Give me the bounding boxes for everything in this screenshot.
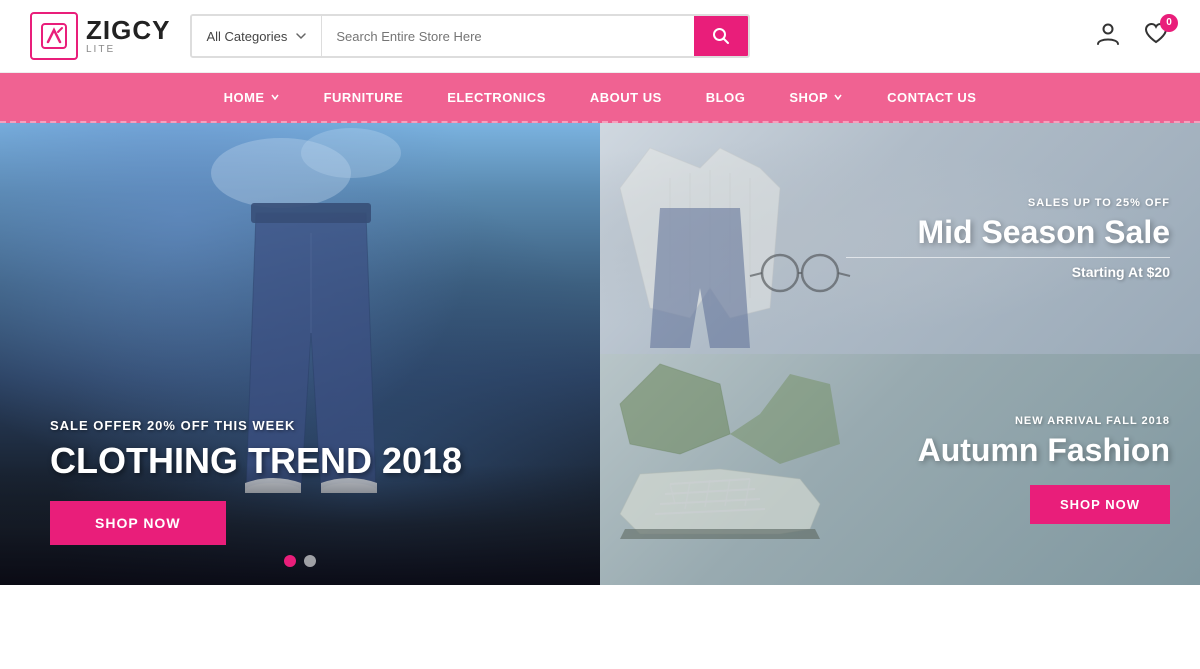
- logo[interactable]: ZIGCY LITE: [30, 12, 170, 60]
- search-icon: [712, 27, 730, 45]
- wishlist-button[interactable]: 0: [1142, 20, 1170, 53]
- hero-dots: [284, 555, 316, 567]
- dot-1[interactable]: [284, 555, 296, 567]
- nav-chevron-home: [270, 92, 280, 102]
- nav-chevron-shop: [833, 92, 843, 102]
- nav-item-furniture[interactable]: FURNITURE: [302, 72, 426, 122]
- hero-title: CLOTHING TREND 2018: [50, 441, 550, 481]
- account-button[interactable]: [1094, 20, 1122, 53]
- nav-item-home[interactable]: HOME: [202, 72, 302, 122]
- search-area: All Categories: [190, 14, 750, 58]
- logo-text: ZIGCY LITE: [86, 17, 170, 55]
- chevron-down-icon: [295, 30, 307, 42]
- hero-panel-autumn: NEW ARRIVAL FALL 2018 Autumn Fashion SHO…: [600, 354, 1200, 585]
- panel-top-sub: Starting At $20: [630, 264, 1170, 280]
- hero-right-panels: SALES UP TO 25% OFF Mid Season Sale Star…: [600, 123, 1200, 585]
- hero-panel-mid-season: SALES UP TO 25% OFF Mid Season Sale Star…: [600, 123, 1200, 354]
- panel-top-content: SALES UP TO 25% OFF Mid Season Sale Star…: [600, 177, 1200, 299]
- category-dropdown[interactable]: All Categories: [192, 16, 322, 56]
- search-input[interactable]: [322, 16, 694, 56]
- nav-item-shop[interactable]: SHOP: [767, 72, 865, 122]
- panel-divider: [846, 257, 1170, 258]
- sale-tag: SALE OFFER 20% OFF THIS WEEK: [50, 418, 550, 433]
- hero-left-content: SALE OFFER 20% OFF THIS WEEK CLOTHING TR…: [50, 418, 550, 545]
- site-header: ZIGCY LITE All Categories: [0, 0, 1200, 73]
- main-navigation: HOME FURNITURE ELECTRONICS ABOUT US BLOG…: [0, 73, 1200, 123]
- panel-top-tag: SALES UP TO 25% OFF: [630, 197, 1170, 209]
- hero-shop-now-button[interactable]: SHOP NOW: [50, 501, 226, 545]
- wishlist-badge: 0: [1160, 14, 1178, 32]
- nav-item-contact[interactable]: CONTACT US: [865, 72, 998, 122]
- nav-item-blog[interactable]: BLOG: [684, 72, 768, 122]
- header-icons: 0: [1094, 20, 1170, 53]
- panel-bottom-tag: NEW ARRIVAL FALL 2018: [630, 415, 1170, 427]
- panel-bottom-content: NEW ARRIVAL FALL 2018 Autumn Fashion SHO…: [600, 395, 1200, 543]
- category-label: All Categories: [206, 29, 287, 44]
- nav-item-about[interactable]: ABOUT US: [568, 72, 684, 122]
- hero-section: SALE OFFER 20% OFF THIS WEEK CLOTHING TR…: [0, 123, 1200, 585]
- autumn-shop-now-button[interactable]: SHOP NOW: [1030, 485, 1170, 524]
- hero-left-panel: SALE OFFER 20% OFF THIS WEEK CLOTHING TR…: [0, 123, 600, 585]
- nav-list: HOME FURNITURE ELECTRONICS ABOUT US BLOG…: [202, 72, 999, 122]
- logo-brand: ZIGCY: [86, 17, 170, 43]
- panel-bottom-title: Autumn Fashion: [630, 433, 1170, 468]
- dot-2[interactable]: [304, 555, 316, 567]
- nav-item-electronics[interactable]: ELECTRONICS: [425, 72, 568, 122]
- logo-sub: LITE: [86, 45, 170, 55]
- panel-top-title: Mid Season Sale: [630, 215, 1170, 250]
- search-button[interactable]: [694, 16, 748, 56]
- logo-icon: [30, 12, 78, 60]
